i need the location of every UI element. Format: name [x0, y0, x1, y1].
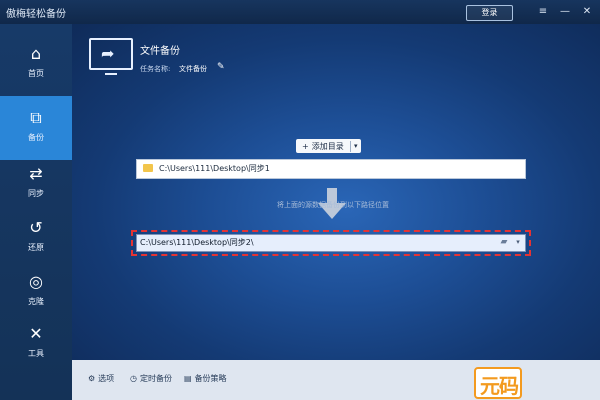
- sidebar-item-backup[interactable]: ⧉ 备份: [0, 96, 72, 160]
- add-directory-main[interactable]: + 添加目录: [296, 140, 351, 152]
- backup-icon: ⧉: [30, 108, 42, 127]
- watermark-text: 元码: [480, 374, 519, 398]
- source-path-row[interactable]: C:\Users\111\Desktop\同步1: [136, 159, 526, 179]
- task-name-label: 任务名称:: [140, 65, 171, 73]
- options-label: 选项: [98, 374, 115, 383]
- browse-folder-icon[interactable]: ▰: [497, 236, 511, 248]
- destination-path: C:\Users\111\Desktop\同步2\: [140, 238, 254, 247]
- title-bar: 傲梅轻松备份 登录 ≡ — ✕: [0, 0, 600, 24]
- add-directory-label: 添加目录: [311, 141, 344, 151]
- task-name-value: 文件备份: [179, 65, 207, 73]
- sidebar-item-tools[interactable]: ✕ 工具: [0, 312, 72, 376]
- share-arrow-icon: ➦: [101, 44, 115, 63]
- sync-icon: ⇄: [29, 164, 43, 183]
- sidebar-item-label: 还原: [28, 243, 44, 252]
- tools-icon: ✕: [29, 324, 43, 343]
- gear-icon: ⚙: [88, 374, 96, 383]
- minimize-icon[interactable]: —: [558, 5, 572, 19]
- strategy-icon: ▤: [184, 374, 192, 383]
- schedule-backup-button[interactable]: ◷ 定时备份: [130, 373, 172, 384]
- sidebar-item-label: 工具: [28, 349, 44, 358]
- destination-path-field[interactable]: C:\Users\111\Desktop\同步2\ ▰ ▾: [136, 234, 526, 252]
- page-title: 文件备份: [140, 46, 180, 57]
- sidebar: ⌂ 首页 ⧉ 备份 ⇄ 同步 ↺ 还原 ◎ 克隆 ✕ 工具: [0, 24, 72, 400]
- sidebar-item-home[interactable]: ⌂ 首页: [0, 32, 72, 96]
- schedule-backup-label: 定时备份: [139, 374, 172, 383]
- chevron-down-icon[interactable]: ▾: [351, 142, 361, 150]
- menu-icon[interactable]: ≡: [536, 5, 550, 19]
- sidebar-item-label: 同步: [28, 189, 44, 198]
- sidebar-item-label: 首页: [28, 69, 44, 78]
- close-icon[interactable]: ✕: [580, 5, 594, 19]
- monitor-stand: [105, 69, 117, 75]
- watermark: 元码: [462, 362, 600, 400]
- clone-icon: ◎: [29, 272, 43, 291]
- sidebar-item-label: 备份: [28, 133, 44, 142]
- file-backup-monitor-icon: ➦: [89, 38, 133, 75]
- folder-icon: [143, 164, 153, 172]
- plus-icon: +: [302, 141, 309, 151]
- sidebar-item-label: 克隆: [28, 297, 44, 306]
- main-panel: ➦ 文件备份 任务名称: 文件备份 ✎ + 添加目录 ▾ C:\Users\11…: [72, 24, 600, 360]
- backup-strategy-button[interactable]: ▤ 备份策略: [184, 373, 227, 384]
- login-button[interactable]: 登录: [466, 5, 513, 21]
- restore-icon: ↺: [29, 218, 43, 237]
- edit-icon[interactable]: ✎: [217, 62, 225, 72]
- source-path: C:\Users\111\Desktop\同步1: [159, 164, 270, 173]
- home-icon: ⌂: [30, 44, 42, 63]
- chevron-down-icon[interactable]: ▾: [513, 236, 523, 248]
- add-directory-button[interactable]: + 添加目录 ▾: [296, 139, 361, 153]
- options-button[interactable]: ⚙ 选项: [88, 373, 114, 384]
- backup-strategy-label: 备份策略: [194, 374, 227, 383]
- clock-icon: ◷: [130, 374, 137, 383]
- destination-hint: 将上面的源数据备份到以下路径位置: [277, 201, 389, 209]
- app-title: 傲梅轻松备份: [6, 9, 66, 20]
